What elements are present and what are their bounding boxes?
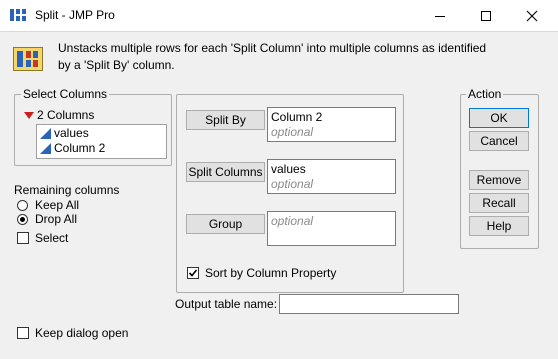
drop-all-radio[interactable]: [17, 214, 28, 225]
window-title: Split - JMP Pro: [35, 8, 115, 22]
group-role-box[interactable]: optional: [267, 211, 396, 246]
keep-dialog-open-checkbox[interactable]: [17, 327, 29, 339]
list-item[interactable]: Column 2: [40, 141, 160, 156]
recall-button[interactable]: Recall: [469, 193, 529, 213]
output-table-name-label: Output table name:: [175, 297, 278, 311]
app-icon-small: [9, 7, 27, 23]
close-button[interactable]: [509, 0, 555, 31]
remove-button[interactable]: Remove: [469, 170, 529, 190]
remaining-columns-label: Remaining columns: [14, 183, 120, 197]
red-triangle-menu-icon[interactable]: [24, 112, 34, 119]
keep-all-radio[interactable]: [17, 200, 28, 211]
maximize-button[interactable]: [463, 0, 509, 31]
split-columns-role-box[interactable]: values optional: [267, 159, 396, 194]
list-item[interactable]: values: [40, 126, 160, 141]
split-columns-button[interactable]: Split Columns: [186, 162, 265, 182]
title-divider: [0, 31, 558, 32]
minimize-button[interactable]: [417, 0, 463, 31]
checkmark-icon: [188, 269, 198, 277]
group-placeholder: optional: [271, 214, 314, 228]
ok-button[interactable]: OK: [469, 108, 529, 128]
split-by-role-box[interactable]: Column 2 optional: [267, 107, 396, 142]
sort-by-column-property-label[interactable]: Sort by Column Property: [205, 266, 336, 280]
select-checkbox-label[interactable]: Select: [35, 231, 68, 245]
select-columns-legend: Select Columns: [21, 87, 110, 101]
split-by-button[interactable]: Split By: [186, 110, 265, 130]
minimize-icon: [435, 15, 445, 17]
sort-by-column-property-checkbox[interactable]: [187, 267, 199, 279]
help-button[interactable]: Help: [469, 216, 529, 236]
output-table-name-input[interactable]: [279, 294, 459, 314]
continuous-column-icon: [40, 128, 51, 139]
maximize-icon: [481, 10, 491, 21]
split-columns-placeholder: optional: [271, 177, 314, 191]
list-item-label: values: [54, 126, 89, 140]
split-columns-value: values: [271, 162, 306, 176]
keep-dialog-open-label[interactable]: Keep dialog open: [35, 326, 128, 340]
split-by-value: Column 2: [271, 110, 323, 124]
continuous-column-icon: [40, 143, 51, 154]
list-item-label: Column 2: [54, 141, 106, 155]
column-count-label: 2 Columns: [37, 108, 95, 122]
cancel-button[interactable]: Cancel: [469, 131, 529, 151]
jmp-split-icon: [13, 47, 43, 71]
close-icon: [526, 10, 538, 21]
keep-all-label[interactable]: Keep All: [35, 198, 79, 212]
group-button[interactable]: Group: [186, 214, 265, 234]
dialog-description: Unstacks multiple rows for each 'Split C…: [58, 41, 487, 72]
action-legend: Action: [466, 87, 504, 101]
split-by-placeholder: optional: [271, 125, 314, 139]
select-checkbox[interactable]: [17, 232, 29, 244]
drop-all-label[interactable]: Drop All: [35, 212, 77, 226]
